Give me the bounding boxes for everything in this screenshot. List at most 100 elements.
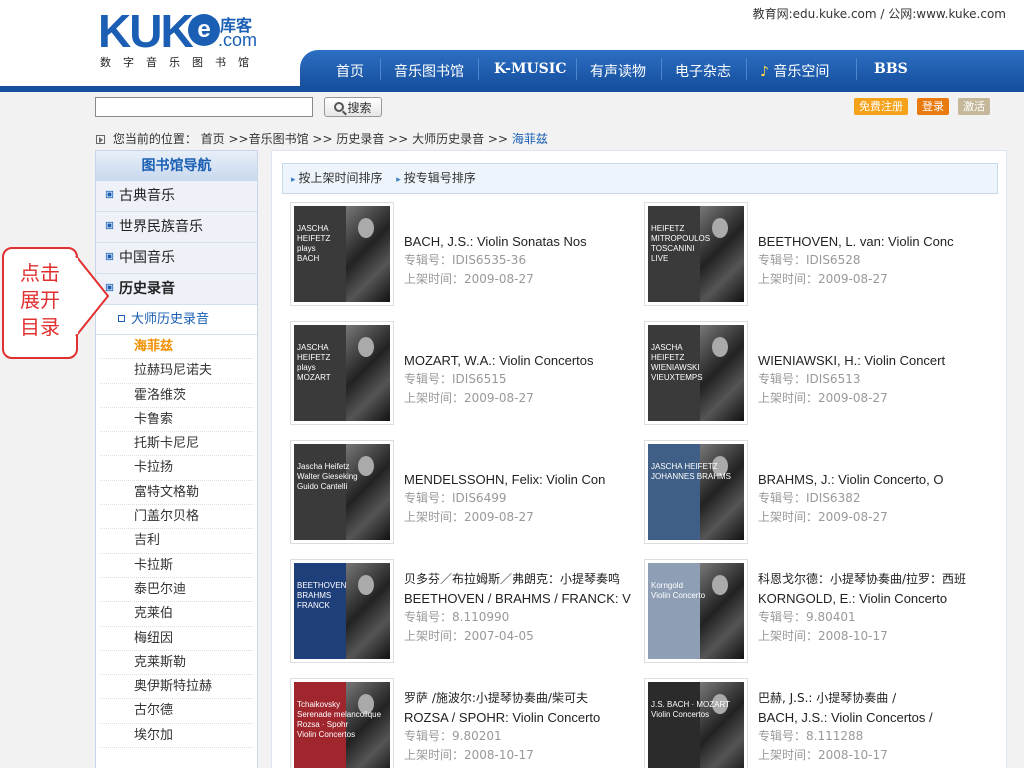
album-cover[interactable]: Korngold Violin Concerto — [644, 559, 748, 663]
sort-arrow-icon: ▸ — [291, 175, 296, 185]
album-title[interactable]: MENDELSSOHN, Felix: Violin Con — [404, 470, 642, 489]
sidebar-item[interactable]: 拉赫玛尼诺夫 — [100, 359, 253, 384]
album-title-cn[interactable]: 贝多芬／布拉姆斯／弗朗克：小提琴奏鸣 — [404, 570, 642, 589]
cover-text: Violin Concerto — [651, 591, 706, 600]
music-space-icon: ♪ — [760, 64, 769, 80]
callout-line-3: 目录 — [20, 315, 60, 339]
album-cover[interactable]: JASCHA HEIFETZ WIENIAWSKI VIEUXTEMPS — [644, 321, 748, 425]
logo-subtitle: 数字音乐图书馆 — [100, 56, 261, 69]
album-cover-art: JASCHA HEIFETZ WIENIAWSKI VIEUXTEMPS — [648, 325, 744, 421]
album-cover[interactable]: HEIFETZ MITROPOULOS TOSCANINI LIVE — [644, 202, 748, 306]
expand-icon — [118, 315, 125, 322]
site-logo[interactable]: KUK e 库客 .com 数字音乐图书馆 — [98, 8, 273, 72]
sidebar-item[interactable]: 克莱斯勒 — [100, 651, 253, 676]
album-card[interactable]: Tchaikovsky Serenade melancolique Rozsa · … — [290, 678, 642, 768]
album-title[interactable]: WIENIAWSKI, H.: Violin Concert — [758, 351, 996, 370]
album-info: BACH, J.S.: Violin Sonatas Nos 专辑号：IDIS65… — [404, 232, 642, 289]
top-links[interactable]: 教育网:edu.kuke.com / 公网:www.kuke.com — [753, 5, 1006, 22]
album-number: 专辑号：IDIS6513 — [758, 372, 861, 386]
sort-bar: ▸ 按上架时间排序 ▸ 按专辑号排序 — [282, 163, 998, 194]
sidebar-item[interactable]: 门盖尔贝格 — [100, 505, 253, 530]
sidebar-item[interactable]: 霍洛维茨 — [100, 384, 253, 408]
album-cover[interactable]: JASCHA HEIFETZ plays MOZART — [290, 321, 394, 425]
login-button[interactable]: 登录 — [917, 98, 949, 115]
sidebar-cat-historical[interactable]: 历史录音 — [96, 274, 257, 305]
album-card[interactable]: Korngold Violin Concerto 科恩戈尔德：小提琴协奏曲/拉罗：西… — [644, 559, 996, 667]
sort-by-number[interactable]: 按专辑号排序 — [404, 171, 476, 185]
album-title[interactable]: BACH, J.S.: Violin Sonatas Nos — [404, 232, 642, 251]
sort-by-date[interactable]: 按上架时间排序 — [299, 171, 383, 185]
callout-pointer — [74, 256, 110, 337]
album-title[interactable]: BEETHOVEN / BRAHMS / FRANCK: V — [404, 589, 642, 608]
album-card[interactable]: JASCHA HEIFETZ plays BACH BACH, J.S.: Violin… — [290, 202, 642, 310]
album-card[interactable]: J.S. BACH · MOZART Violin Concertos 巴赫, J.… — [644, 678, 996, 768]
album-title[interactable]: BEETHOVEN, L. van: Violin Conc — [758, 232, 996, 251]
cover-text: BEETHOVEN — [297, 581, 347, 590]
album-cover[interactable]: JASCHA HEIFETZ JOHANNES BRAHMS — [644, 440, 748, 544]
cover-photo — [699, 444, 744, 540]
cover-text: MOZART — [297, 373, 331, 382]
sidebar-item[interactable]: 奥伊斯特拉赫 — [100, 675, 253, 700]
album-card[interactable]: BEETHOVEN BRAHMS FRANCK 贝多芬／布拉姆斯／弗朗克：小提琴奏鸣 B… — [290, 559, 642, 667]
nav-audiobooks[interactable]: 有声读物 — [590, 61, 646, 81]
nav-emagazine[interactable]: 电子杂志 — [675, 61, 731, 81]
sidebar-item[interactable]: 埃尔加 — [100, 724, 253, 749]
album-title[interactable]: KORNGOLD, E.: Violin Concerto — [758, 589, 996, 608]
callout-line-2: 展开 — [20, 288, 60, 312]
sidebar-cat-classical[interactable]: 古典音乐 — [96, 181, 257, 212]
album-title[interactable]: MOZART, W.A.: Violin Concertos — [404, 351, 642, 370]
album-cover[interactable]: BEETHOVEN BRAHMS FRANCK — [290, 559, 394, 663]
nav-k-music[interactable]: K-MUSIC — [494, 61, 566, 77]
album-date: 上架时间：2008-10-17 — [404, 748, 534, 762]
album-cover-art: Jascha Heifetz Walter Gieseking Guido Cant… — [294, 444, 390, 540]
album-number: 专辑号：IDIS6535-36 — [404, 253, 527, 267]
album-card[interactable]: Jascha Heifetz Walter Gieseking Guido Cant… — [290, 440, 642, 548]
sidebar-item[interactable]: 托斯卡尼尼 — [100, 432, 253, 457]
album-title[interactable]: BACH, J.S.: Violin Concertos / — [758, 708, 996, 727]
album-cover[interactable]: JASCHA HEIFETZ plays BACH — [290, 202, 394, 306]
album-title-cn[interactable]: 罗萨 /施波尔:小提琴协奏曲/柴可夫 — [404, 689, 642, 708]
nav-music-library[interactable]: 音乐图书馆 — [394, 61, 464, 81]
sidebar-item[interactable]: 古尔德 — [100, 699, 253, 724]
nav-home[interactable]: 首页 — [336, 61, 364, 81]
album-info: BRAHMS, J.: Violin Concerto, O 专辑号：IDIS63… — [758, 470, 996, 527]
album-info: MENDELSSOHN, Felix: Violin Con 专辑号：IDIS64… — [404, 470, 642, 527]
nav-divider — [478, 58, 479, 80]
sidebar-item[interactable]: 富特文格勒 — [100, 481, 253, 506]
sidebar-item[interactable]: 克莱伯 — [100, 602, 253, 627]
album-card[interactable]: HEIFETZ MITROPOULOS TOSCANINI LIVE BEETHOVEN… — [644, 202, 996, 310]
album-title-cn[interactable]: 科恩戈尔德：小提琴协奏曲/拉罗：西班 — [758, 570, 996, 589]
sidebar-item[interactable]: 卡拉斯 — [100, 554, 253, 578]
sidebar-item-heifetz[interactable]: 海菲兹 — [100, 335, 253, 360]
album-cover[interactable]: J.S. BACH · MOZART Violin Concertos — [644, 678, 748, 768]
sidebar-item[interactable]: 泰巴尔迪 — [100, 578, 253, 603]
cover-photo — [345, 206, 390, 302]
nav-divider — [661, 58, 662, 80]
sidebar-cat-chinese[interactable]: 中国音乐 — [96, 243, 257, 274]
cover-text: BACH — [297, 254, 320, 263]
search-button[interactable]: 搜索 — [324, 97, 382, 117]
sidebar-cat-world[interactable]: 世界民族音乐 — [96, 212, 257, 243]
album-number: 专辑号：IDIS6499 — [404, 491, 507, 505]
album-card[interactable]: JASCHA HEIFETZ JOHANNES BRAHMS BRAHMS, J.:… — [644, 440, 996, 548]
nav-bbs[interactable]: BBS — [874, 61, 908, 77]
album-cover[interactable]: Tchaikovsky Serenade melancolique Rozsa · … — [290, 678, 394, 768]
sidebar-item[interactable]: 卡拉扬 — [100, 456, 253, 481]
album-title-cn[interactable]: 巴赫, J.S.: 小提琴协奏曲 / — [758, 689, 996, 708]
sort-arrow-icon: ▸ — [396, 175, 401, 185]
album-card[interactable]: JASCHA HEIFETZ plays MOZART MOZART, W.A.: Vi… — [290, 321, 642, 429]
search-input[interactable] — [95, 97, 313, 117]
nav-music-space[interactable]: ♪ 音乐空间 — [760, 61, 829, 81]
sidebar-item[interactable]: 卡鲁索 — [100, 408, 253, 433]
album-title[interactable]: ROZSA / SPOHR: Violin Concerto — [404, 708, 642, 727]
album-cover[interactable]: Jascha Heifetz Walter Gieseking Guido Cant… — [290, 440, 394, 544]
album-title[interactable]: BRAHMS, J.: Violin Concerto, O — [758, 470, 996, 489]
sidebar-sub-master-recordings[interactable]: 大师历史录音 — [96, 305, 257, 335]
sidebar-item[interactable]: 梅纽因 — [100, 627, 253, 651]
activate-button[interactable]: 激活 — [958, 98, 990, 115]
album-date: 上架时间：2009-08-27 — [758, 272, 888, 286]
album-card[interactable]: JASCHA HEIFETZ WIENIAWSKI VIEUXTEMPS WIENIAW… — [644, 321, 996, 429]
sidebar-item[interactable]: 吉利 — [100, 529, 253, 554]
register-button[interactable]: 免费注册 — [854, 98, 908, 115]
breadcrumb-path[interactable]: 首页 >>音乐图书馆 >> 历史录音 >> 大师历史录音 >> — [201, 132, 512, 146]
